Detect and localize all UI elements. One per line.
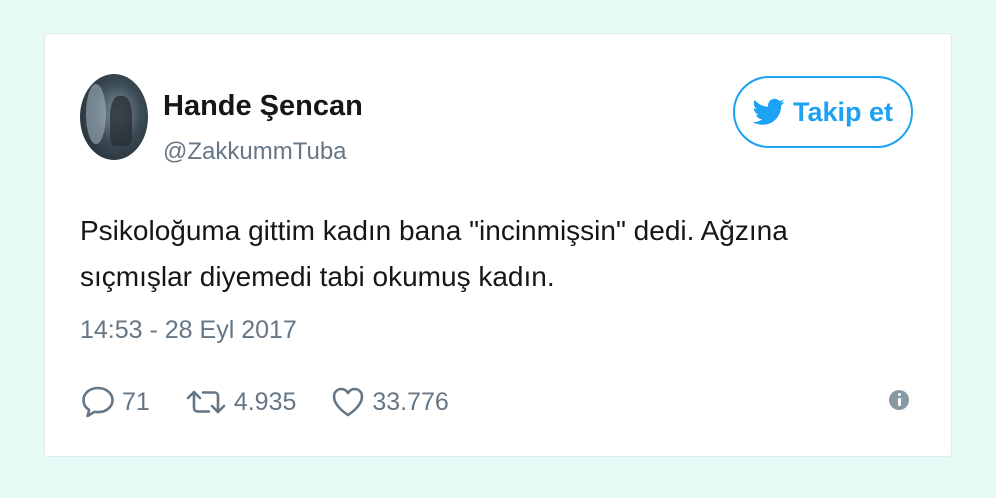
tweet-text-line: sıçmışlar diyemedi tabi okumuş kadın. — [80, 261, 555, 292]
tweet-text: Psikoloğuma gittim kadın bana "incinmişs… — [80, 208, 900, 300]
tweet-actions: 71 4.935 33.776 — [80, 384, 483, 420]
avatar[interactable] — [80, 74, 148, 160]
retweet-icon — [186, 390, 226, 414]
reply-count: 71 — [122, 387, 150, 416]
like-button[interactable]: 33.776 — [330, 385, 449, 419]
follow-button-label: Takip et — [792, 96, 894, 127]
twitter-bird-icon — [752, 98, 785, 125]
retweet-button[interactable]: 4.935 — [184, 385, 297, 419]
reply-icon — [82, 386, 114, 418]
like-count: 33.776 — [372, 387, 449, 416]
user-handle[interactable]: @ZakkummTuba — [163, 138, 347, 166]
info-icon[interactable] — [889, 390, 909, 410]
display-name[interactable]: Hande Şencan — [163, 90, 363, 123]
tweet-text-line: Psikoloğuma gittim kadın bana "incinmişs… — [80, 215, 788, 246]
heart-icon — [333, 387, 364, 417]
retweet-count: 4.935 — [233, 387, 297, 416]
follow-button[interactable]: Takip et — [733, 76, 913, 148]
avatar-figure — [110, 96, 132, 146]
reply-button[interactable]: 71 — [80, 385, 150, 419]
avatar-highlight — [86, 84, 106, 144]
tweet-card: Hande Şencan @ZakkummTuba Takip et Psiko… — [44, 33, 952, 457]
tweet-timestamp[interactable]: 14:53 - 28 Eyl 2017 — [80, 316, 297, 345]
